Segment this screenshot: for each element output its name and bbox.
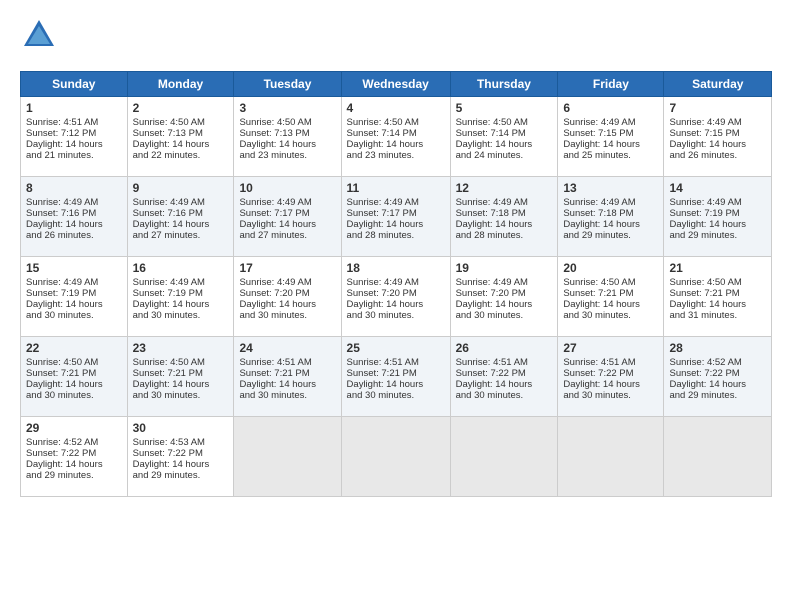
table-row: 26 Sunrise: 4:51 AM Sunset: 7:22 PM Dayl… <box>450 337 558 417</box>
col-friday: Friday <box>558 72 664 97</box>
table-row: 27 Sunrise: 4:51 AM Sunset: 7:22 PM Dayl… <box>558 337 664 417</box>
table-row: 29 Sunrise: 4:52 AM Sunset: 7:22 PM Dayl… <box>21 417 128 497</box>
table-row: 8 Sunrise: 4:49 AM Sunset: 7:16 PM Dayli… <box>21 177 128 257</box>
col-tuesday: Tuesday <box>234 72 341 97</box>
table-row: 12 Sunrise: 4:49 AM Sunset: 7:18 PM Dayl… <box>450 177 558 257</box>
table-row: 9 Sunrise: 4:49 AM Sunset: 7:16 PM Dayli… <box>127 177 234 257</box>
table-row: 4 Sunrise: 4:50 AM Sunset: 7:14 PM Dayli… <box>341 97 450 177</box>
table-row: 28 Sunrise: 4:52 AM Sunset: 7:22 PM Dayl… <box>664 337 772 417</box>
empty-cell <box>341 417 450 497</box>
col-wednesday: Wednesday <box>341 72 450 97</box>
col-monday: Monday <box>127 72 234 97</box>
logo <box>20 16 58 59</box>
calendar-week-row: 8 Sunrise: 4:49 AM Sunset: 7:16 PM Dayli… <box>21 177 772 257</box>
table-row: 20 Sunrise: 4:50 AM Sunset: 7:21 PM Dayl… <box>558 257 664 337</box>
table-row: 18 Sunrise: 4:49 AM Sunset: 7:20 PM Dayl… <box>341 257 450 337</box>
calendar-week-row: 15 Sunrise: 4:49 AM Sunset: 7:19 PM Dayl… <box>21 257 772 337</box>
table-row: 23 Sunrise: 4:50 AM Sunset: 7:21 PM Dayl… <box>127 337 234 417</box>
table-row: 10 Sunrise: 4:49 AM Sunset: 7:17 PM Dayl… <box>234 177 341 257</box>
table-row: 24 Sunrise: 4:51 AM Sunset: 7:21 PM Dayl… <box>234 337 341 417</box>
col-sunday: Sunday <box>21 72 128 97</box>
empty-cell <box>664 417 772 497</box>
table-row: 6 Sunrise: 4:49 AM Sunset: 7:15 PM Dayli… <box>558 97 664 177</box>
table-row: 2 Sunrise: 4:50 AM Sunset: 7:13 PM Dayli… <box>127 97 234 177</box>
logo-icon <box>20 16 58 59</box>
table-row: 11 Sunrise: 4:49 AM Sunset: 7:17 PM Dayl… <box>341 177 450 257</box>
table-row: 1 Sunrise: 4:51 AM Sunset: 7:12 PM Dayli… <box>21 97 128 177</box>
empty-cell <box>450 417 558 497</box>
header <box>20 16 772 59</box>
calendar-week-row: 22 Sunrise: 4:50 AM Sunset: 7:21 PM Dayl… <box>21 337 772 417</box>
col-saturday: Saturday <box>664 72 772 97</box>
empty-cell <box>558 417 664 497</box>
table-row: 30 Sunrise: 4:53 AM Sunset: 7:22 PM Dayl… <box>127 417 234 497</box>
calendar-week-row: 29 Sunrise: 4:52 AM Sunset: 7:22 PM Dayl… <box>21 417 772 497</box>
table-row: 16 Sunrise: 4:49 AM Sunset: 7:19 PM Dayl… <box>127 257 234 337</box>
page: Sunday Monday Tuesday Wednesday Thursday… <box>0 0 792 612</box>
table-row: 19 Sunrise: 4:49 AM Sunset: 7:20 PM Dayl… <box>450 257 558 337</box>
col-thursday: Thursday <box>450 72 558 97</box>
table-row: 21 Sunrise: 4:50 AM Sunset: 7:21 PM Dayl… <box>664 257 772 337</box>
table-row: 25 Sunrise: 4:51 AM Sunset: 7:21 PM Dayl… <box>341 337 450 417</box>
calendar-table: Sunday Monday Tuesday Wednesday Thursday… <box>20 71 772 497</box>
calendar-week-row: 1 Sunrise: 4:51 AM Sunset: 7:12 PM Dayli… <box>21 97 772 177</box>
table-row: 14 Sunrise: 4:49 AM Sunset: 7:19 PM Dayl… <box>664 177 772 257</box>
table-row: 3 Sunrise: 4:50 AM Sunset: 7:13 PM Dayli… <box>234 97 341 177</box>
table-row: 7 Sunrise: 4:49 AM Sunset: 7:15 PM Dayli… <box>664 97 772 177</box>
calendar-header-row: Sunday Monday Tuesday Wednesday Thursday… <box>21 72 772 97</box>
empty-cell <box>234 417 341 497</box>
table-row: 13 Sunrise: 4:49 AM Sunset: 7:18 PM Dayl… <box>558 177 664 257</box>
table-row: 22 Sunrise: 4:50 AM Sunset: 7:21 PM Dayl… <box>21 337 128 417</box>
table-row: 17 Sunrise: 4:49 AM Sunset: 7:20 PM Dayl… <box>234 257 341 337</box>
table-row: 15 Sunrise: 4:49 AM Sunset: 7:19 PM Dayl… <box>21 257 128 337</box>
table-row: 5 Sunrise: 4:50 AM Sunset: 7:14 PM Dayli… <box>450 97 558 177</box>
